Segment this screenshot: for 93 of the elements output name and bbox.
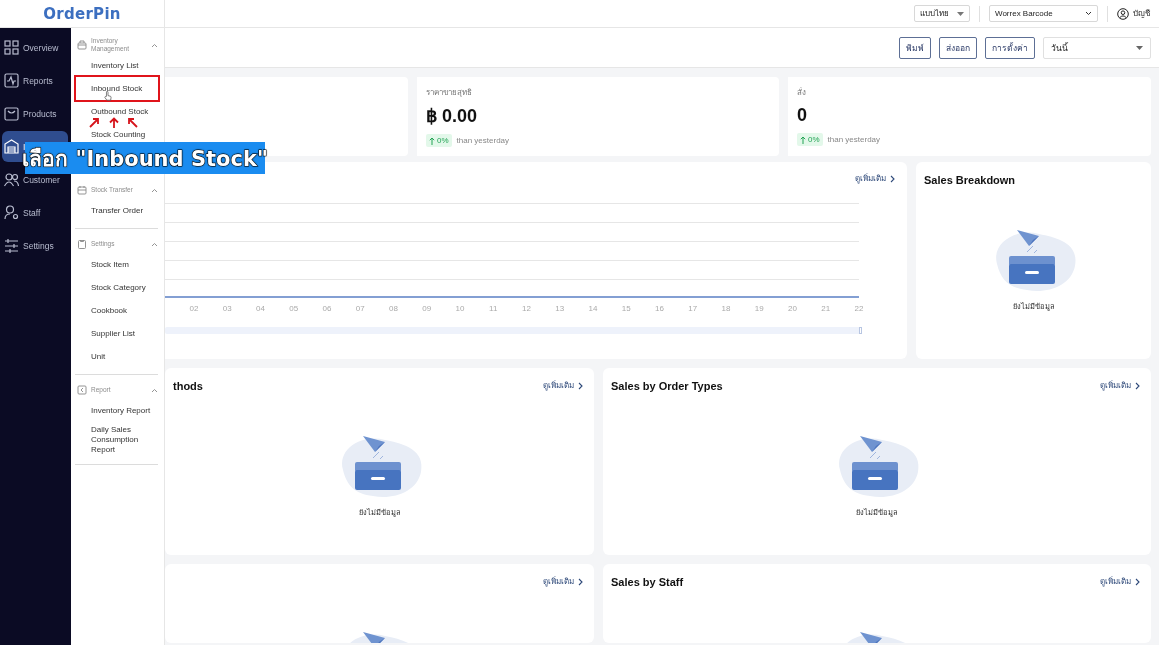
sidebar-item[interactable]: Settings	[2, 230, 68, 261]
sidebar-item[interactable]: Reports	[2, 65, 68, 96]
bag-icon	[4, 106, 19, 121]
people-icon	[4, 172, 19, 187]
submenu-item[interactable]: Unit	[75, 345, 158, 368]
chevron-right-icon	[578, 381, 583, 390]
calendar-icon	[77, 185, 87, 195]
submenu-item[interactable]: Transfer Order	[75, 199, 158, 222]
axis-label: 14	[587, 304, 599, 313]
comparison-text: than yesterday	[827, 135, 881, 144]
comparison-text: than yesterday	[456, 136, 510, 145]
chevron-up-icon[interactable]	[151, 187, 158, 193]
submenu-item[interactable]: Cookbook	[75, 299, 158, 322]
caret-down-icon	[1136, 45, 1143, 50]
toolbar-button[interactable]: การตั้งค่า	[985, 36, 1035, 59]
arrow-icon	[109, 117, 119, 128]
toolbar-button[interactable]: พิมพ์	[899, 36, 931, 59]
chart-scrollbar[interactable]	[165, 327, 862, 334]
grid-icon	[4, 40, 19, 55]
submenu-item[interactable]: Daily Sales Consumption Report	[75, 422, 158, 458]
arrow-icon	[127, 117, 138, 128]
chevron-down-icon	[1085, 11, 1092, 16]
see-more-link[interactable]: ดูเพิ่มเติม	[543, 379, 583, 392]
chart-icon	[4, 73, 19, 88]
sliders-icon	[4, 238, 19, 253]
submenu-item[interactable]: Inventory List	[75, 54, 158, 77]
app-logo: OrderPin	[43, 4, 121, 23]
see-more-link[interactable]: ดูเพิ่มเติม	[1100, 379, 1140, 392]
arrow-up-icon	[429, 136, 435, 145]
panel-title: Sales by Order Types	[611, 379, 723, 392]
axis-label: 15	[620, 304, 632, 313]
person-icon	[4, 205, 19, 220]
change-badge: 0%	[797, 133, 823, 146]
axis-label: 04	[255, 304, 266, 313]
box-icon	[77, 40, 87, 50]
chevron-up-icon[interactable]	[151, 42, 158, 48]
axis-label: 09	[421, 304, 433, 313]
axis-label: 20	[787, 304, 798, 313]
axis-label: 03	[221, 304, 233, 313]
axis-label: 16	[654, 304, 665, 313]
panel-title: Sales by Staff	[611, 575, 684, 588]
axis-label: 07	[354, 304, 366, 313]
axis-label: 05	[288, 304, 300, 313]
see-more-link[interactable]: ดูเพิ่มเติม	[543, 575, 583, 588]
chevron-up-icon[interactable]	[151, 241, 158, 247]
stat-label: ราคาขายสุทธิ	[426, 87, 473, 99]
chevron-up-icon[interactable]	[151, 387, 158, 393]
chevron-right-icon	[578, 577, 583, 586]
clipboard-icon	[77, 239, 87, 249]
receipt-icon	[77, 385, 87, 395]
axis-label: 10	[454, 304, 466, 313]
account-link[interactable]: บัญชี	[1133, 7, 1150, 20]
store-select[interactable]: Worrex Barcode	[989, 5, 1098, 22]
change-badge: 0%	[426, 134, 452, 147]
see-more-link[interactable]: ดูเพิ่มเติม	[855, 173, 895, 184]
axis-label: 19	[753, 304, 765, 313]
axis-label: 11	[488, 304, 499, 313]
stat-value: 0	[797, 105, 808, 126]
toolbar-button[interactable]: ส่งออก	[939, 36, 977, 59]
sidebar-item[interactable]: Staff	[2, 197, 68, 228]
arrow-icon	[89, 117, 100, 128]
stat-label: สั่ง	[797, 86, 807, 99]
axis-label: 13	[554, 304, 566, 313]
date-range-select[interactable]: วันนี้	[1043, 36, 1151, 59]
axis-label: 08	[388, 304, 399, 313]
warehouse-icon	[4, 139, 19, 154]
axis-label: 18	[720, 304, 732, 313]
chevron-right-icon	[1135, 381, 1140, 390]
sidebar-item[interactable]: Products	[2, 98, 68, 129]
submenu-item[interactable]: Stock Category	[75, 276, 158, 299]
user-icon[interactable]	[1117, 7, 1129, 20]
see-more-link[interactable]: ดูเพิ่มเติม	[1100, 575, 1140, 588]
submenu-item[interactable]: Supplier List	[75, 322, 158, 345]
arrow-up-icon	[800, 135, 806, 144]
submenu-item[interactable]: Outbound Stock	[75, 100, 158, 123]
chevron-right-icon	[890, 174, 895, 183]
submenu-item[interactable]: Inventory Report	[75, 399, 158, 422]
language-select[interactable]: แบบไทย	[914, 5, 970, 22]
stat-value: ฿ 0.00	[426, 105, 479, 127]
axis-label: 06	[321, 304, 333, 313]
caret-down-icon	[957, 11, 964, 16]
axis-label: 22	[853, 304, 865, 313]
submenu-item[interactable]: Stock Item	[75, 253, 158, 276]
axis-label: 21	[820, 304, 832, 313]
panel-title: thods	[173, 379, 203, 392]
chevron-right-icon	[1135, 577, 1140, 586]
axis-label: 17	[687, 304, 699, 313]
panel-title: Sales Breakdown	[924, 173, 1016, 186]
axis-label: 02	[188, 304, 200, 313]
hand-cursor-icon	[104, 91, 112, 101]
sidebar-item[interactable]: Overview	[2, 32, 68, 63]
axis-label: 12	[521, 304, 532, 313]
scroll-handle[interactable]	[859, 327, 862, 334]
